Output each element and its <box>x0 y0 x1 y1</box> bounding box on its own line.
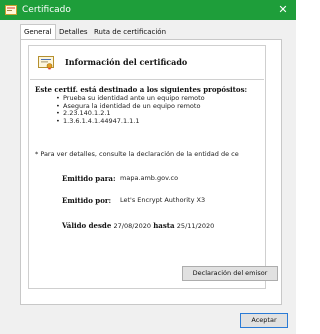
certificate-app-icon <box>5 5 17 15</box>
certificate-info-box <box>28 45 266 289</box>
issuer-statement-button[interactable]: Declaración del emisor <box>182 266 278 281</box>
title-bar: Certificado ✕ <box>0 0 296 20</box>
issued-by-row: Emitido por: Let's Encrypt Authority X3 <box>62 196 205 205</box>
details-note: * Para ver detalles, consulte la declara… <box>35 150 239 158</box>
close-icon[interactable]: ✕ <box>276 3 290 17</box>
certificate-info-title: Información del certificado <box>65 57 188 67</box>
accept-button[interactable]: Aceptar <box>240 313 288 328</box>
tab-certification-path[interactable]: Ruta de certificación <box>91 25 169 40</box>
purpose-list: Prueba su identidad ante un equipo remot… <box>56 94 205 126</box>
purpose-heading: Este certif. está destinado a los siguie… <box>35 85 248 94</box>
issued-by-value: Let's Encrypt Authority X3 <box>120 196 206 204</box>
certificate-icon <box>38 56 54 70</box>
issued-by-label: Emitido por: <box>62 196 112 205</box>
purpose-item: 1.3.6.1.4.1.44947.1.1.1 <box>56 117 205 126</box>
tab-general[interactable]: General <box>20 24 56 40</box>
tab-details[interactable]: Detalles <box>56 25 91 40</box>
window-title: Certificado <box>22 5 71 15</box>
issued-to-row: Emitido para: mapa.amb.gov.co <box>62 174 178 183</box>
issued-to-value: mapa.amb.gov.co <box>120 174 179 182</box>
valid-to-label: hasta <box>153 221 175 230</box>
valid-from-label: Válido desde <box>62 221 112 230</box>
issued-to-label: Emitido para: <box>62 174 116 183</box>
valid-to-value: 25/11/2020 <box>176 222 215 230</box>
divider <box>30 79 264 80</box>
validity-row: Válido desde 27/08/2020 hasta 25/11/2020 <box>62 221 214 230</box>
certificate-dialog: Certificado ✕ General Detalles Ruta de c… <box>0 0 296 334</box>
valid-from-value: 27/08/2020 <box>113 222 151 230</box>
